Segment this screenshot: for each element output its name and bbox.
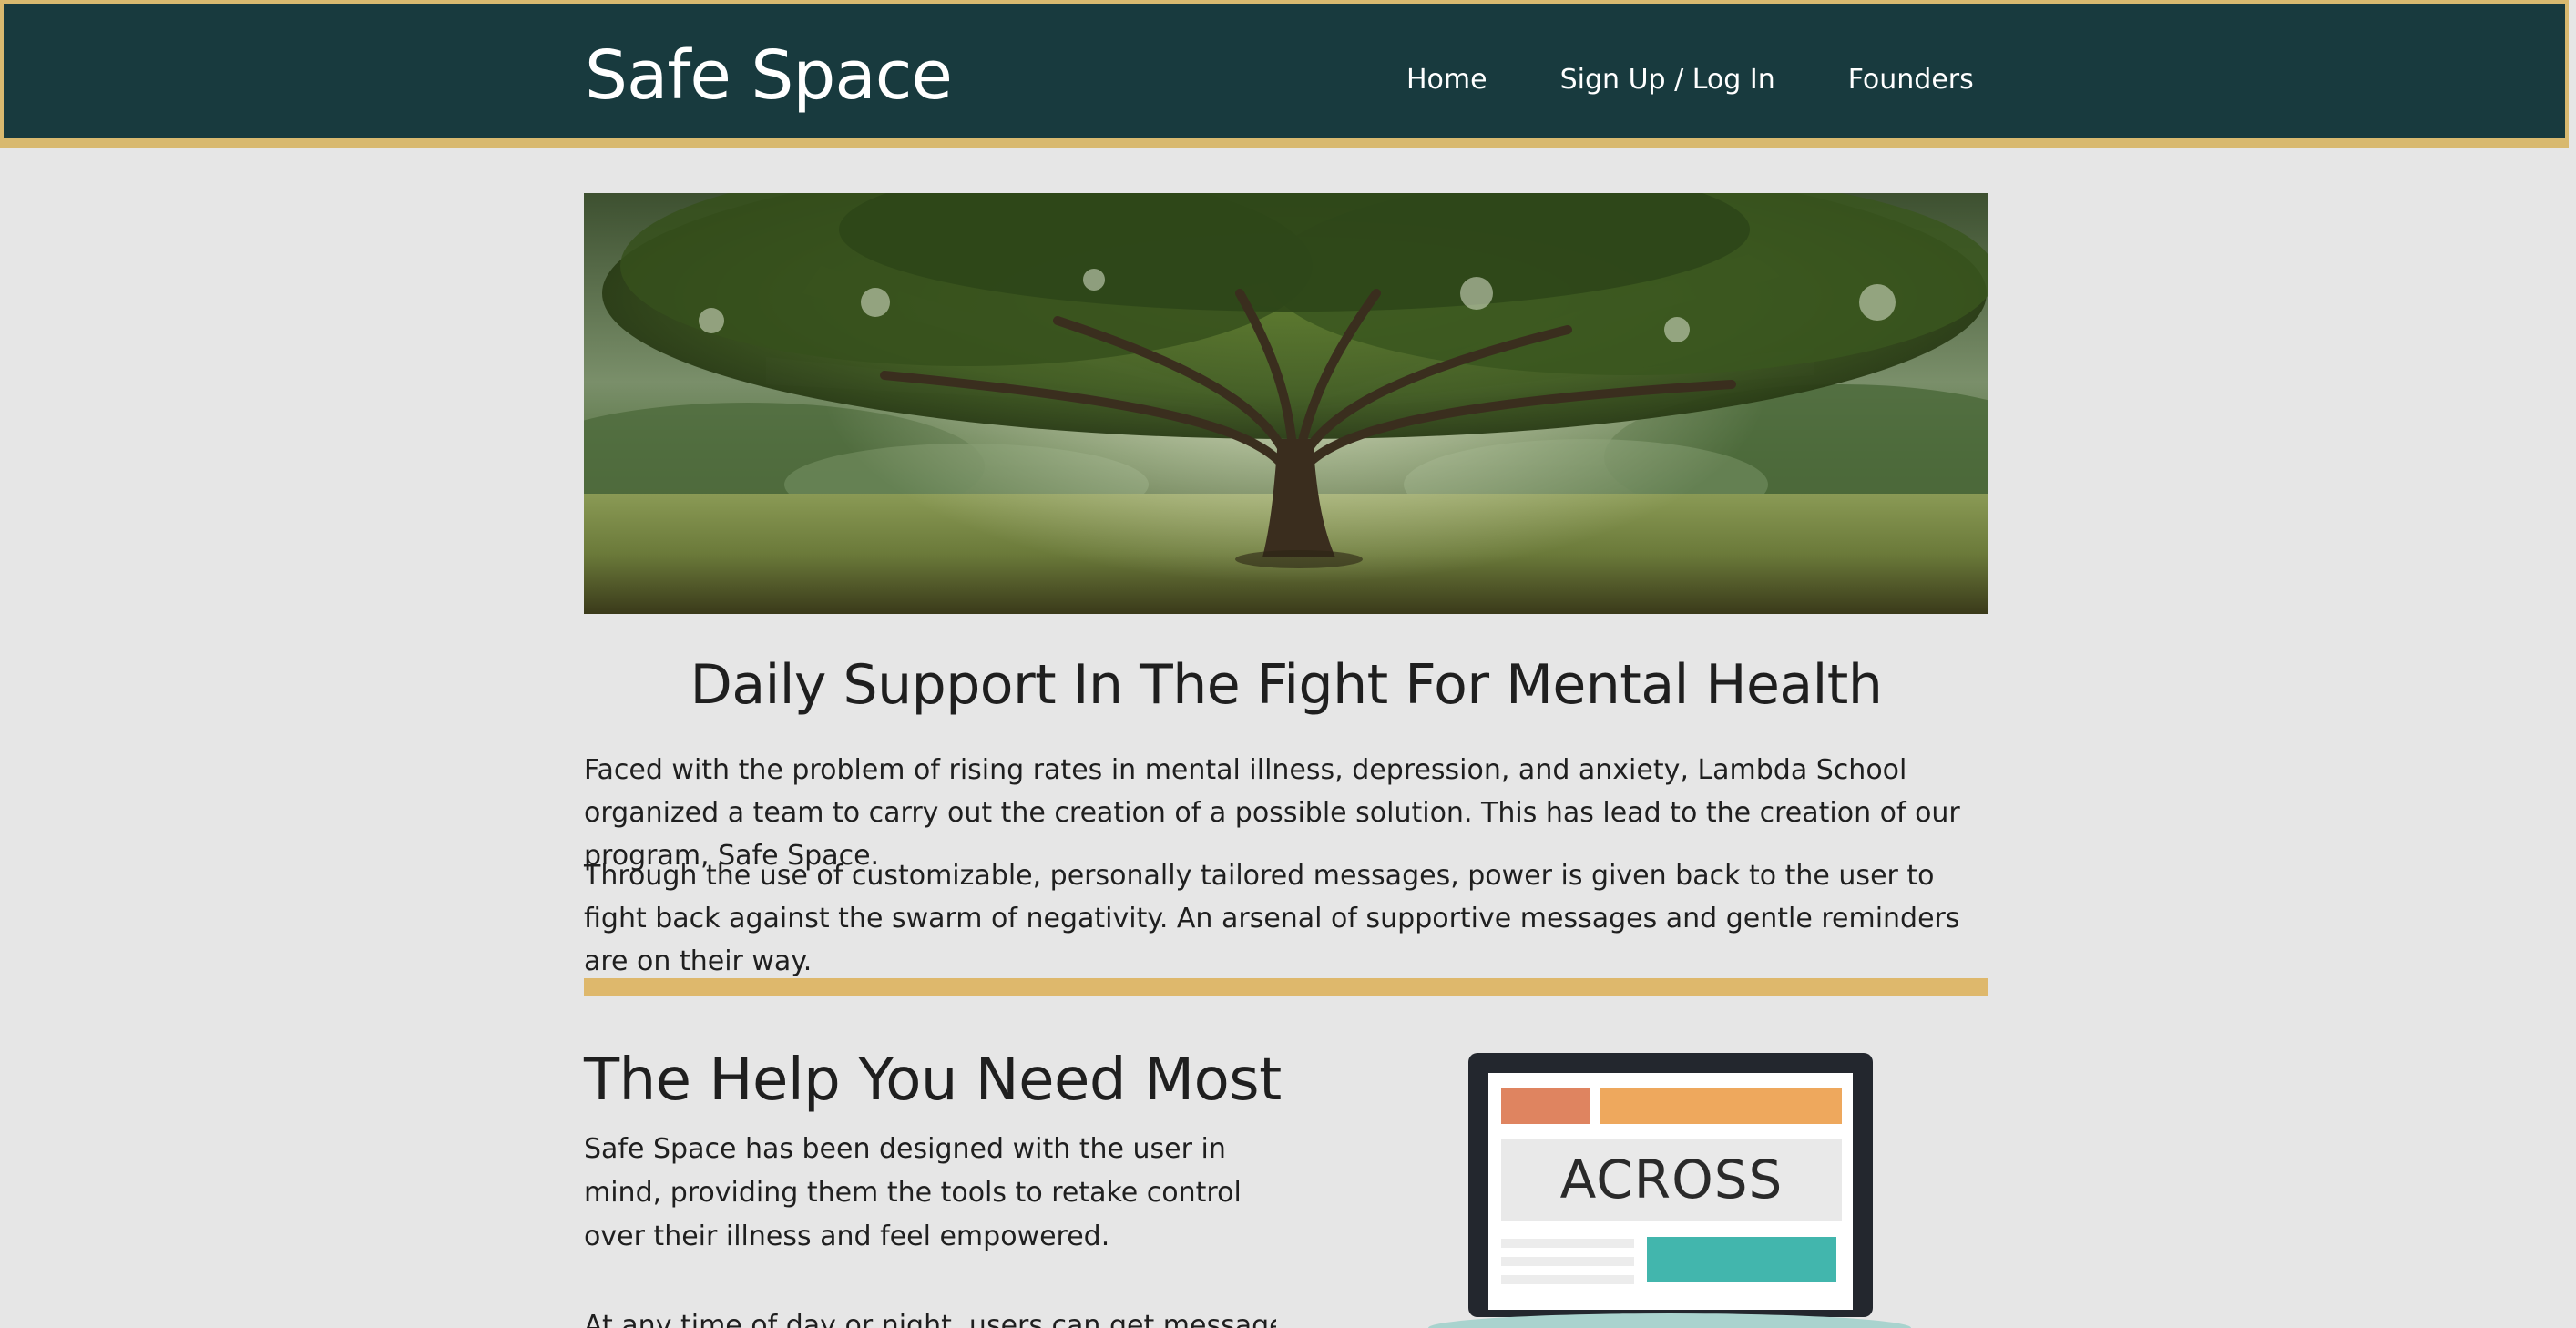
- screen-headline-text: ACROSS: [1559, 1149, 1784, 1211]
- screen-headline-box: ACROSS: [1501, 1139, 1842, 1221]
- nav-signup-login-link[interactable]: Sign Up / Log In: [1560, 64, 1775, 96]
- nav-founders-link[interactable]: Founders: [1848, 64, 1974, 96]
- screen-block-teal: [1647, 1237, 1836, 1282]
- help-paragraph: Safe Space has been designed with the us…: [584, 1133, 1242, 1252]
- nav-home-link[interactable]: Home: [1406, 64, 1487, 96]
- page: Safe Space Home Sign Up / Log In Founder…: [0, 0, 2576, 1328]
- screen-block-orange: [1600, 1088, 1842, 1124]
- intro-paragraph-2: Through the use of customizable, persona…: [584, 860, 1960, 977]
- screen-block-orange-red: [1501, 1088, 1590, 1124]
- brand-logo[interactable]: Safe Space: [585, 35, 953, 117]
- site-header: Safe Space Home Sign Up / Log In Founder…: [0, 0, 2569, 148]
- screen-text-line: [1501, 1239, 1634, 1248]
- laptop-icon: ACROSS: [1428, 1049, 1911, 1328]
- laptop-screen: ACROSS: [1468, 1053, 1873, 1317]
- screen-text-line: [1501, 1257, 1634, 1266]
- laptop-screen-content: ACROSS: [1488, 1073, 1853, 1310]
- section-divider: [584, 978, 1988, 996]
- main-nav: Home Sign Up / Log In Founders: [1406, 56, 1974, 102]
- intro-title: Daily Support In The Fight For Mental He…: [690, 653, 1883, 717]
- tree-image: [584, 193, 1988, 614]
- screen-text-line: [1501, 1275, 1634, 1284]
- help-title: The Help You Need Most: [584, 1047, 1282, 1114]
- hero-image: [584, 193, 1988, 614]
- help-paragraph-2: At any time of day or night, users can g…: [584, 1310, 1276, 1328]
